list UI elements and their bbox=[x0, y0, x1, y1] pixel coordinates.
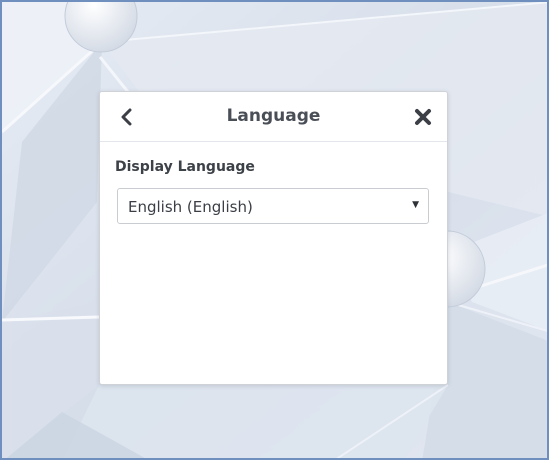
close-icon bbox=[415, 109, 431, 125]
close-button[interactable] bbox=[411, 105, 435, 129]
display-language-label: Display Language bbox=[115, 159, 255, 175]
dialog-title: Language bbox=[226, 106, 321, 126]
dialog-header: Language bbox=[100, 92, 447, 142]
caret-down-icon: ▼ bbox=[412, 200, 419, 210]
display-language-value: English (English) bbox=[128, 198, 253, 216]
display-language-select[interactable]: English (English) ▼ bbox=[117, 188, 429, 224]
language-dialog: Language Display Language English (Engli… bbox=[99, 91, 448, 385]
window-frame: Language Display Language English (Engli… bbox=[0, 0, 549, 460]
